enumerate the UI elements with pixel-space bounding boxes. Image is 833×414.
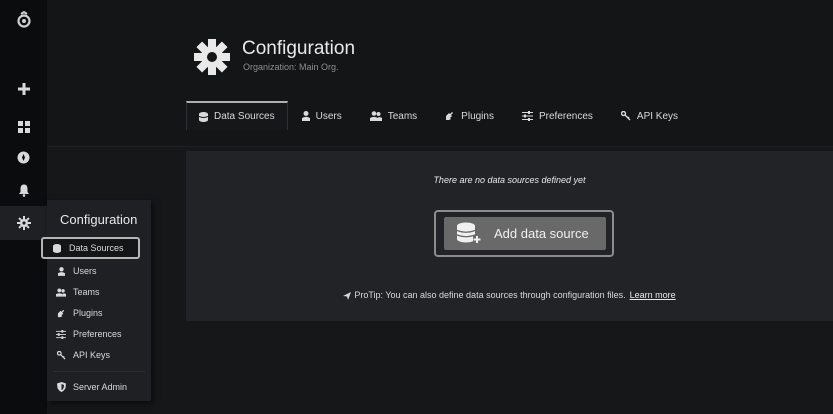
key-icon (56, 350, 66, 360)
tab-data-sources[interactable]: Data Sources (186, 101, 288, 130)
tab-teams[interactable]: Teams (356, 101, 431, 131)
plug-icon (56, 309, 66, 318)
sliders-icon (56, 329, 66, 339)
gear-icon[interactable] (0, 206, 47, 240)
tab-plugins[interactable]: Plugins (431, 101, 508, 131)
flyout-divider (53, 371, 145, 372)
flyout-item-preferences[interactable]: Preferences (56, 325, 140, 343)
flyout-title: Configuration (60, 212, 138, 227)
tab-bar: Data Sources Users Teams Plugins Prefere… (186, 101, 692, 131)
explore-compass-icon[interactable] (0, 143, 47, 171)
database-icon (52, 243, 62, 253)
page-title: Configuration (242, 38, 356, 59)
user-icon (56, 266, 66, 276)
empty-state-message: There are no data sources defined yet (433, 175, 586, 185)
key-icon (620, 111, 631, 121)
flyout-item-api-keys[interactable]: API Keys (56, 346, 140, 364)
flyout-item-users[interactable]: Users (56, 262, 140, 280)
database-add-icon (456, 222, 482, 246)
user-icon (301, 111, 310, 121)
alerting-bell-icon[interactable] (0, 176, 47, 204)
flyout-item-data-sources[interactable]: Data Sources (41, 237, 140, 259)
send-icon (343, 291, 352, 300)
protip-text: ProTip: You can also define data sources… (354, 290, 626, 300)
page-subtitle: Organization: Main Org. (243, 62, 339, 72)
flyout-item-teams[interactable]: Teams (56, 283, 140, 301)
grafana-logo-icon[interactable] (0, 6, 47, 34)
plus-icon[interactable] (0, 75, 47, 103)
plug-icon (445, 111, 455, 121)
flyout-item-server-admin[interactable]: Server Admin (56, 378, 140, 396)
gear-icon (192, 37, 232, 77)
protip: ProTip: You can also define data sources… (186, 290, 833, 300)
add-data-source-label: Add data source (494, 226, 589, 241)
tab-preferences[interactable]: Preferences (508, 101, 607, 131)
add-data-source-button[interactable]: Add data source (444, 217, 606, 250)
learn-more-link[interactable]: Learn more (630, 290, 676, 300)
tab-api-keys[interactable]: API Keys (607, 101, 692, 131)
configuration-flyout-menu: Configuration Data Sources Users Teams P… (41, 200, 151, 401)
empty-state-panel: There are no data sources defined yet Ad… (186, 151, 833, 321)
dashboards-icon[interactable] (0, 113, 47, 141)
tab-users[interactable]: Users (288, 101, 356, 131)
database-icon (199, 111, 208, 122)
users-icon (56, 288, 66, 297)
shield-icon (56, 382, 66, 392)
flyout-item-plugins[interactable]: Plugins (56, 304, 140, 322)
sliders-icon (521, 111, 533, 121)
users-icon (369, 111, 382, 121)
side-menu-rail (0, 0, 47, 414)
